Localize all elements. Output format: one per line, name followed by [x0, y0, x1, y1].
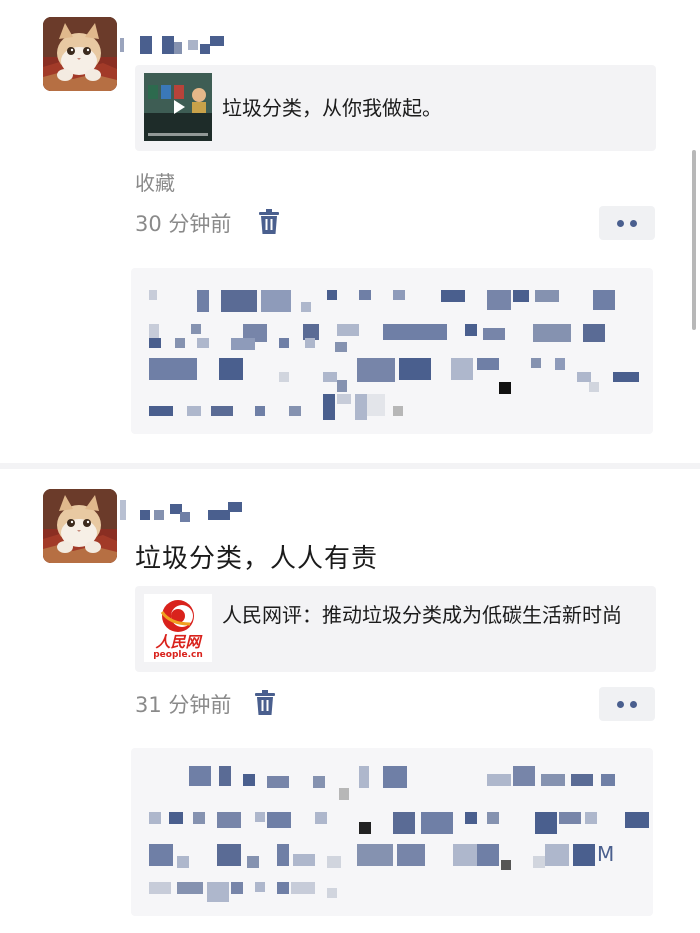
logo-text: 人民网: [155, 633, 201, 651]
more-actions-button[interactable]: [599, 687, 655, 721]
comment-trailing-char: M: [597, 842, 615, 866]
logo-subtext: people.cn: [153, 650, 203, 660]
trash-icon[interactable]: [254, 690, 276, 716]
avatar[interactable]: [43, 17, 117, 91]
post-time: 31 分钟前: [135, 693, 232, 717]
post-text: 垃圾分类，人人有责: [135, 544, 379, 574]
more-dots-icon: [617, 700, 624, 708]
cat-avatar-image: [43, 489, 117, 563]
post-meta-row: 31 分钟前: [135, 687, 655, 721]
play-icon: [174, 100, 185, 114]
post-meta-row: 30 分钟前: [135, 206, 655, 240]
link-card[interactable]: 垃圾分类，从你我做起。: [135, 65, 656, 151]
more-dots-icon: [617, 219, 624, 227]
link-card[interactable]: 人民网 people.cn 人民网评：推动垃圾分类成为低碳生活新时尚: [135, 586, 656, 672]
link-title: 垃圾分类，从你我做起。: [222, 96, 442, 120]
trash-icon[interactable]: [258, 209, 280, 235]
link-title: 人民网评：推动垃圾分类成为低碳生活新时尚: [222, 603, 622, 627]
post-divider: [0, 463, 700, 469]
source-label[interactable]: 收藏: [135, 167, 175, 196]
more-actions-button[interactable]: [599, 206, 655, 240]
scrollbar[interactable]: [692, 150, 696, 330]
avatar[interactable]: [43, 489, 117, 563]
people-daily-logo: 人民网 people.cn: [144, 594, 212, 662]
author-name-redacted[interactable]: [120, 498, 250, 524]
post-time: 30 分钟前: [135, 212, 232, 236]
author-name-redacted[interactable]: [120, 34, 240, 60]
comments-box-redacted: M: [131, 748, 653, 916]
video-thumbnail: [144, 73, 212, 141]
comments-box-redacted: [131, 268, 653, 434]
cat-avatar-image: [43, 17, 117, 91]
